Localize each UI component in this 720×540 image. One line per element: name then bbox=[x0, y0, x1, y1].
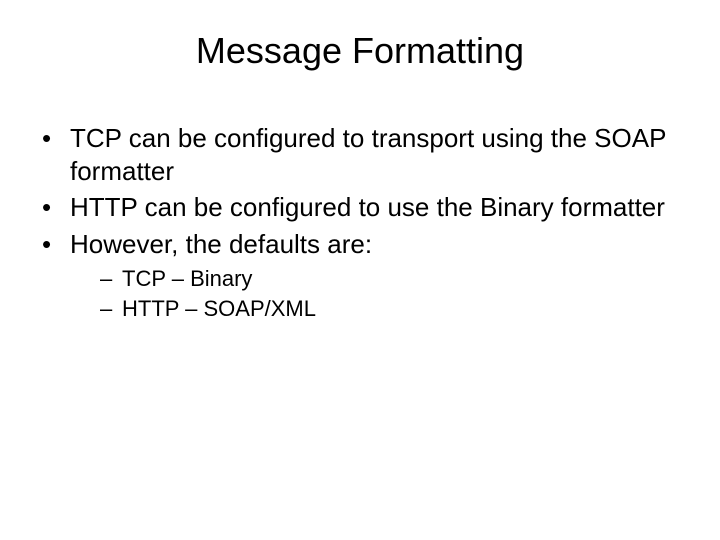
bullet-item: HTTP can be configured to use the Binary… bbox=[42, 191, 690, 224]
sub-bullet-list: TCP – Binary HTTP – SOAP/XML bbox=[70, 264, 690, 323]
sub-bullet-item: HTTP – SOAP/XML bbox=[100, 294, 690, 324]
bullet-item-text: However, the defaults are: bbox=[70, 229, 372, 259]
bullet-item: TCP can be configured to transport using… bbox=[42, 122, 690, 187]
bullet-item: However, the defaults are: TCP – Binary … bbox=[42, 228, 690, 324]
bullet-list: TCP can be configured to transport using… bbox=[30, 122, 690, 323]
sub-bullet-item: TCP – Binary bbox=[100, 264, 690, 294]
slide-title: Message Formatting bbox=[30, 30, 690, 72]
